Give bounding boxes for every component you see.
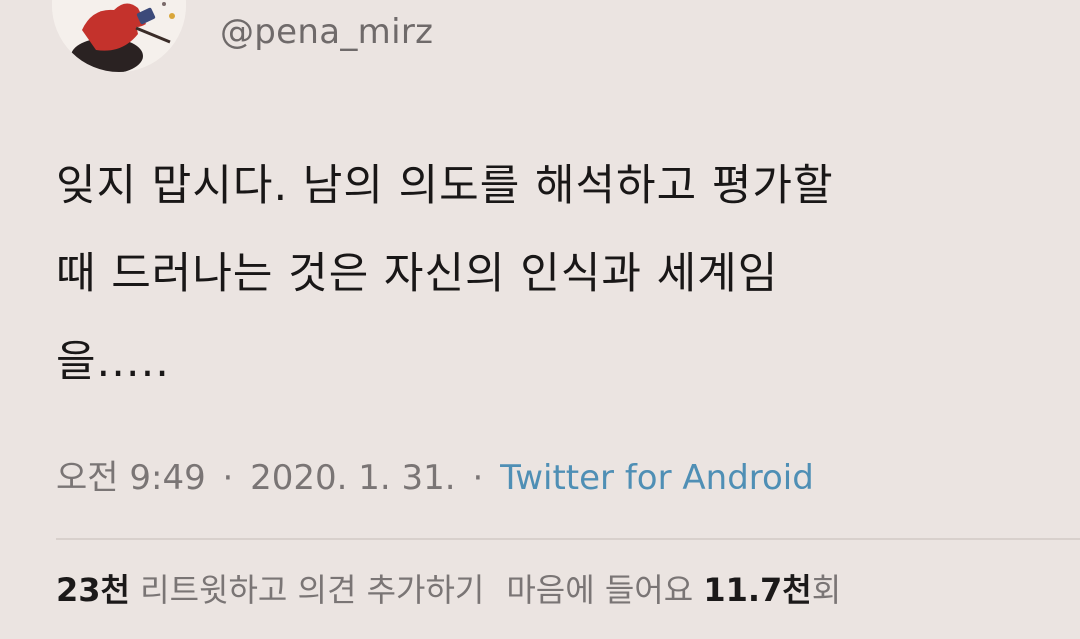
retweets-stat[interactable]: 23천 리트윗하고 의견 추가하기	[56, 571, 484, 609]
tweet-source-link[interactable]: Twitter for Android	[500, 458, 814, 498]
tweet-text: 잊지 맙시다. 남의 의도를 해석하고 평가할 때 드러나는 것은 자신의 인식…	[56, 161, 834, 387]
likes-label: 마음에 들어요	[506, 571, 694, 609]
likes-stat[interactable]: 마음에 들어요 11.7천회	[506, 571, 841, 609]
likes-count: 11.7천	[703, 571, 812, 609]
tweet-date: 2020. 1. 31.	[250, 458, 456, 498]
avatar[interactable]	[52, 0, 186, 72]
avatar-illustration	[52, 0, 186, 72]
tweet-stats: 23천 리트윗하고 의견 추가하기 마음에 들어요 11.7천회	[56, 565, 841, 611]
meta-separator: ·	[222, 458, 234, 498]
retweets-label: 리트윗하고 의견 추가하기	[140, 571, 485, 609]
tweet-time: 오전 9:49	[56, 458, 206, 498]
divider	[56, 538, 1080, 540]
meta-separator: ·	[472, 458, 484, 498]
tweet-metadata: 오전 9:49 · 2020. 1. 31. · Twitter for And…	[56, 450, 814, 499]
retweets-count: 23천	[56, 571, 130, 609]
user-handle[interactable]: @pena_mirz	[220, 12, 433, 52]
likes-suffix: 회	[811, 571, 842, 609]
